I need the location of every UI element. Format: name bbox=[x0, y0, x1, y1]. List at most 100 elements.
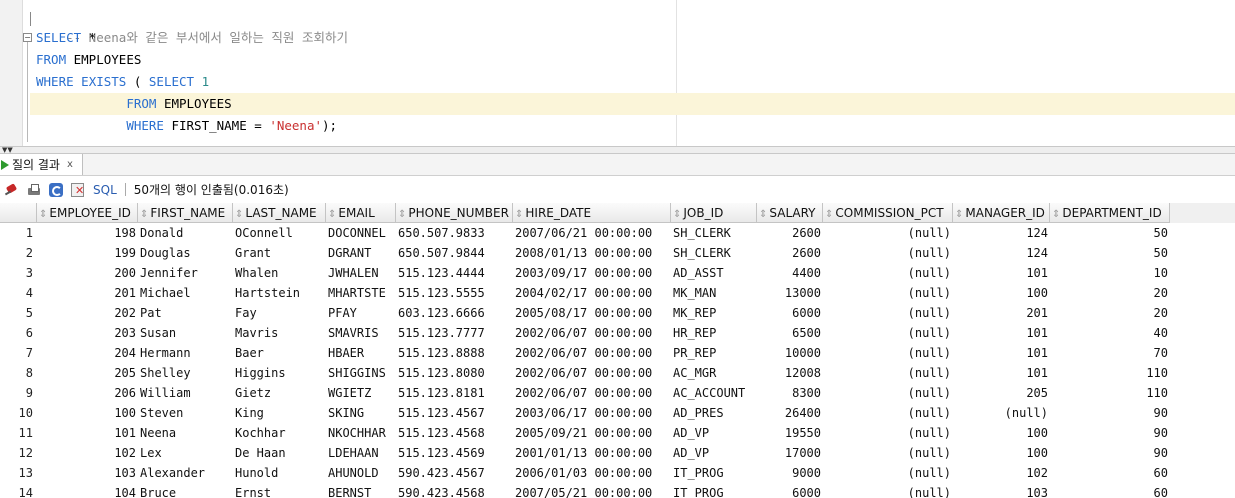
cell-hire-date[interactable]: 2007/05/21 00:00:00 bbox=[513, 483, 671, 498]
grid-corner[interactable] bbox=[0, 203, 37, 223]
cell-employee-id[interactable]: 201 bbox=[37, 283, 138, 303]
cell-commission-pct[interactable]: (null) bbox=[823, 263, 953, 283]
row-number[interactable]: 7 bbox=[0, 343, 37, 363]
cell-first-name[interactable]: Alexander bbox=[138, 463, 233, 483]
export-excel-icon[interactable] bbox=[70, 182, 86, 198]
cell-job-id[interactable]: AD_ASST bbox=[671, 263, 757, 283]
cell-department-id[interactable]: 90 bbox=[1050, 443, 1170, 463]
cell-manager-id[interactable]: 100 bbox=[953, 423, 1050, 443]
row-number[interactable]: 11 bbox=[0, 423, 37, 443]
cell-manager-id[interactable]: 101 bbox=[953, 343, 1050, 363]
cell-salary[interactable]: 6000 bbox=[757, 303, 823, 323]
cell-first-name[interactable]: Lex bbox=[138, 443, 233, 463]
cell-first-name[interactable]: Susan bbox=[138, 323, 233, 343]
cell-email[interactable]: JWHALEN bbox=[326, 263, 396, 283]
cell-manager-id[interactable]: 101 bbox=[953, 323, 1050, 343]
cell-phone-number[interactable]: 603.123.6666 bbox=[396, 303, 513, 323]
table-row[interactable]: 10 100 Steven King SKING 515.123.4567 2003/06/… bbox=[0, 403, 1235, 423]
cell-email[interactable]: DOCONNEL bbox=[326, 223, 396, 243]
column-header-last-name[interactable]: ⇕ LAST_NAME bbox=[233, 203, 326, 223]
cell-phone-number[interactable]: 515.123.4444 bbox=[396, 263, 513, 283]
table-row[interactable]: 4 201 Michael Hartstein MHARTSTE 515.123.5555… bbox=[0, 283, 1235, 303]
cell-manager-id[interactable]: 101 bbox=[953, 363, 1050, 383]
cell-job-id[interactable]: SH_CLERK bbox=[671, 223, 757, 243]
cell-phone-number[interactable]: 515.123.8181 bbox=[396, 383, 513, 403]
cell-commission-pct[interactable]: (null) bbox=[823, 223, 953, 243]
cell-hire-date[interactable]: 2003/09/17 00:00:00 bbox=[513, 263, 671, 283]
cell-department-id[interactable]: 60 bbox=[1050, 483, 1170, 498]
table-row[interactable]: 7 204 Hermann Baer HBAER 515.123.8888 2002/06/… bbox=[0, 343, 1235, 363]
row-number[interactable]: 9 bbox=[0, 383, 37, 403]
cell-salary[interactable]: 8300 bbox=[757, 383, 823, 403]
row-number[interactable]: 6 bbox=[0, 323, 37, 343]
cell-last-name[interactable]: Kochhar bbox=[233, 423, 326, 443]
cell-first-name[interactable]: Neena bbox=[138, 423, 233, 443]
sort-icon[interactable]: ⇕ bbox=[398, 209, 406, 220]
cell-commission-pct[interactable]: (null) bbox=[823, 243, 953, 263]
sort-icon[interactable]: ⇕ bbox=[825, 209, 833, 220]
cell-email[interactable]: WGIETZ bbox=[326, 383, 396, 403]
results-grid[interactable]: ⇕ EMPLOYEE_ID ⇕ FIRST_NAME ⇕ LAST_NAME ⇕ EMAIL ⇕… bbox=[0, 203, 1235, 498]
row-number[interactable]: 13 bbox=[0, 463, 37, 483]
cell-email[interactable]: NKOCHHAR bbox=[326, 423, 396, 443]
cell-department-id[interactable]: 50 bbox=[1050, 223, 1170, 243]
cell-department-id[interactable]: 60 bbox=[1050, 463, 1170, 483]
cell-hire-date[interactable]: 2002/06/07 00:00:00 bbox=[513, 383, 671, 403]
refresh-icon[interactable] bbox=[48, 182, 64, 198]
row-number[interactable]: 4 bbox=[0, 283, 37, 303]
cell-job-id[interactable]: AC_ACCOUNT bbox=[671, 383, 757, 403]
cell-manager-id[interactable]: 100 bbox=[953, 283, 1050, 303]
cell-commission-pct[interactable]: (null) bbox=[823, 363, 953, 383]
cell-first-name[interactable]: Bruce bbox=[138, 483, 233, 498]
cell-employee-id[interactable]: 205 bbox=[37, 363, 138, 383]
pin-icon[interactable] bbox=[4, 182, 20, 198]
table-row[interactable]: 14 104 Bruce Ernst BERNST 590.423.4568 2007/05… bbox=[0, 483, 1235, 498]
cell-employee-id[interactable]: 202 bbox=[37, 303, 138, 323]
cell-phone-number[interactable]: 515.123.8888 bbox=[396, 343, 513, 363]
cell-last-name[interactable]: Fay bbox=[233, 303, 326, 323]
sort-icon[interactable]: ⇕ bbox=[39, 209, 47, 220]
column-header-phone-number[interactable]: ⇕ PHONE_NUMBER bbox=[396, 203, 513, 223]
cell-phone-number[interactable]: 650.507.9833 bbox=[396, 223, 513, 243]
cell-email[interactable]: BERNST bbox=[326, 483, 396, 498]
cell-first-name[interactable]: Hermann bbox=[138, 343, 233, 363]
cell-employee-id[interactable]: 206 bbox=[37, 383, 138, 403]
cell-department-id[interactable]: 110 bbox=[1050, 383, 1170, 403]
cell-last-name[interactable]: De Haan bbox=[233, 443, 326, 463]
cell-department-id[interactable]: 10 bbox=[1050, 263, 1170, 283]
cell-phone-number[interactable]: 515.123.4568 bbox=[396, 423, 513, 443]
tab-query-result[interactable]: 질의 결과 x bbox=[0, 154, 83, 175]
sql-editor[interactable]: − -- Neena와 같은 부서에서 일하는 직원 조회하기 SELECT *… bbox=[0, 0, 1235, 146]
cell-last-name[interactable]: Gietz bbox=[233, 383, 326, 403]
cell-salary[interactable]: 4400 bbox=[757, 263, 823, 283]
cell-manager-id[interactable]: 101 bbox=[953, 263, 1050, 283]
cell-email[interactable]: SHIGGINS bbox=[326, 363, 396, 383]
cell-manager-id[interactable]: 205 bbox=[953, 383, 1050, 403]
cell-manager-id[interactable]: 201 bbox=[953, 303, 1050, 323]
cell-department-id[interactable]: 50 bbox=[1050, 243, 1170, 263]
cell-commission-pct[interactable]: (null) bbox=[823, 483, 953, 498]
column-header-commission-pct[interactable]: ⇕ COMMISSION_PCT bbox=[823, 203, 953, 223]
cell-commission-pct[interactable]: (null) bbox=[823, 323, 953, 343]
cell-job-id[interactable]: PR_REP bbox=[671, 343, 757, 363]
cell-commission-pct[interactable]: (null) bbox=[823, 403, 953, 423]
cell-job-id[interactable]: IT_PROG bbox=[671, 483, 757, 498]
column-header-hire-date[interactable]: ⇕ HIRE_DATE bbox=[513, 203, 671, 223]
table-row[interactable]: 5 202 Pat Fay PFAY 603.123.6666 2005/08/17 00:… bbox=[0, 303, 1235, 323]
cell-manager-id[interactable]: 100 bbox=[953, 443, 1050, 463]
panel-splitter[interactable]: ▼▼ bbox=[0, 146, 1235, 154]
cell-salary[interactable]: 26400 bbox=[757, 403, 823, 423]
cell-salary[interactable]: 12008 bbox=[757, 363, 823, 383]
cell-phone-number[interactable]: 650.507.9844 bbox=[396, 243, 513, 263]
cell-manager-id[interactable]: 103 bbox=[953, 483, 1050, 498]
cell-employee-id[interactable]: 102 bbox=[37, 443, 138, 463]
cell-salary[interactable]: 2600 bbox=[757, 223, 823, 243]
cell-hire-date[interactable]: 2005/09/21 00:00:00 bbox=[513, 423, 671, 443]
cell-job-id[interactable]: AC_MGR bbox=[671, 363, 757, 383]
cell-hire-date[interactable]: 2006/01/03 00:00:00 bbox=[513, 463, 671, 483]
cell-hire-date[interactable]: 2001/01/13 00:00:00 bbox=[513, 443, 671, 463]
cell-hire-date[interactable]: 2007/06/21 00:00:00 bbox=[513, 223, 671, 243]
cell-hire-date[interactable]: 2002/06/07 00:00:00 bbox=[513, 323, 671, 343]
cell-email[interactable]: DGRANT bbox=[326, 243, 396, 263]
cell-salary[interactable]: 6500 bbox=[757, 323, 823, 343]
